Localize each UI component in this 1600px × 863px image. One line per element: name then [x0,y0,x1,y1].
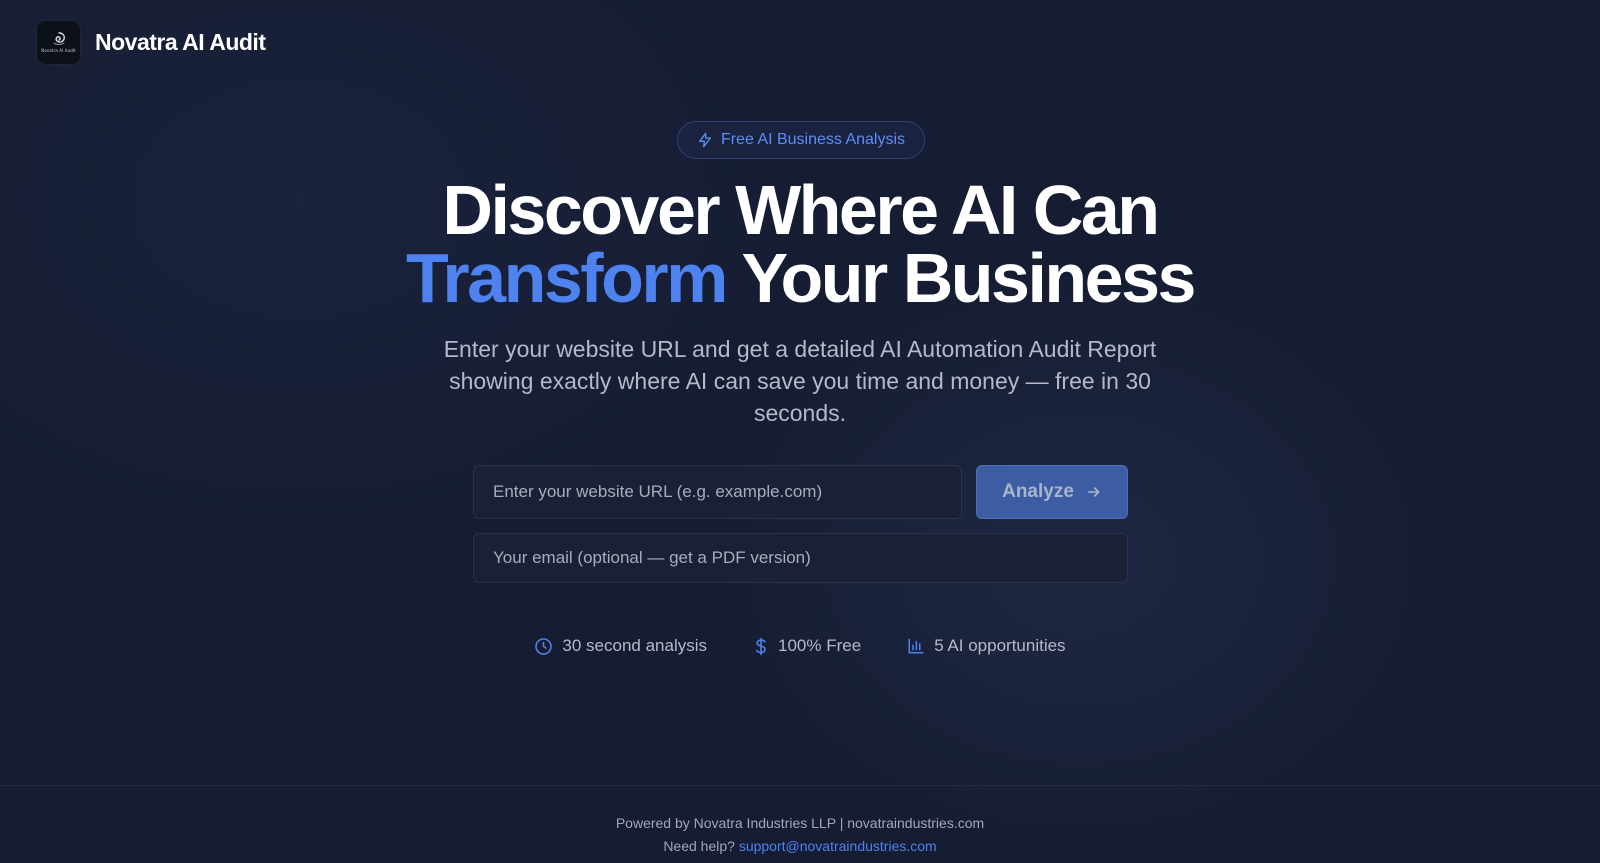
website-url-input[interactable] [473,465,962,519]
hero-badge: Free AI Business Analysis [677,121,925,159]
page: Novatra AI Audit Novatra AI Audit Free A… [0,0,1600,863]
footer-help: Need help? support@novatraindustries.com [0,838,1600,854]
hero-headline: Discover Where AI Can Transform Your Bus… [0,175,1600,313]
feature-label: 5 AI opportunities [934,636,1066,655]
lightning-icon [698,132,711,148]
feature-label: 30 second analysis [562,636,708,655]
arrow-right-icon [1087,487,1100,497]
analyze-button-label: Analyze [1002,481,1074,502]
footer-help-prefix: Need help? [663,838,739,854]
header: Novatra AI Audit Novatra AI Audit [36,19,266,65]
headline-line-1: Discover Where AI Can [442,171,1160,249]
clock-icon [535,637,553,655]
feature-item: 30 second analysis [534,636,707,656]
email-input[interactable] [473,533,1128,583]
logo[interactable]: Novatra AI Audit [36,19,81,65]
headline-accent: Transform [406,239,728,317]
brand-name[interactable]: Novatra AI Audit [95,29,266,56]
headline-line-2: Your Business [725,239,1197,317]
logo-text: Novatra AI Audit [41,48,76,53]
badge-label: Free AI Business Analysis [720,131,906,148]
dollar-icon [755,637,766,655]
feature-item: 5 AI opportunities [907,636,1066,656]
bar-chart-icon [908,638,924,654]
feature-label: 100% Free [778,636,862,655]
swirl-logo-icon [53,32,65,45]
footer-powered-by: Powered by Novatra Industries LLP | nova… [615,815,985,831]
feature-item: 100% Free [753,636,861,656]
footer: Powered by Novatra Industries LLP | nova… [0,785,1600,863]
analyze-button[interactable]: Analyze [976,465,1128,519]
feature-list: 30 second analysis 100% Free 5 AI opport… [0,636,1600,656]
hero-subtext: Enter your website URL and get a detaile… [443,336,1157,426]
support-email-link[interactable]: support@novatraindustries.com [739,838,937,854]
